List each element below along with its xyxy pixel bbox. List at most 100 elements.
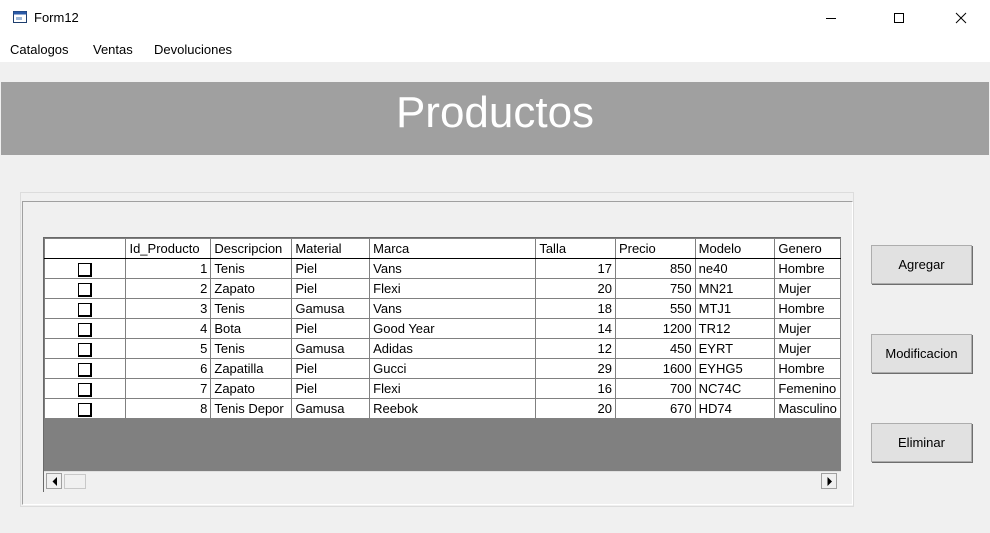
- table-row[interactable]: 4 Bota Piel Good Year 14 1200 TR12 Mujer: [43, 318, 841, 339]
- cell-id[interactable]: 2: [125, 278, 212, 299]
- scroll-right-button[interactable]: [821, 473, 837, 489]
- cell-modelo[interactable]: EYRT: [694, 338, 776, 359]
- header-id-producto[interactable]: Id_Producto: [125, 238, 212, 259]
- cell-descripcion[interactable]: Tenis: [210, 298, 293, 319]
- cell-modelo[interactable]: MN21: [694, 278, 776, 299]
- cell-material[interactable]: Gamusa: [291, 338, 371, 359]
- checkbox-icon[interactable]: [78, 402, 93, 417]
- cell-modelo[interactable]: EYHG5: [694, 358, 776, 379]
- cell-precio[interactable]: 670: [614, 398, 696, 419]
- row-select-cell[interactable]: [43, 318, 127, 339]
- cell-descripcion[interactable]: Tenis: [210, 338, 293, 359]
- table-row[interactable]: 5 Tenis Gamusa Adidas 12 450 EYRT Mujer: [43, 338, 841, 359]
- cell-talla[interactable]: 17: [535, 258, 616, 279]
- cell-descripcion[interactable]: Tenis: [210, 258, 293, 279]
- cell-marca[interactable]: Flexi: [369, 278, 537, 299]
- cell-genero[interactable]: Hombre: [774, 298, 841, 319]
- cell-modelo[interactable]: NC74C: [694, 378, 776, 399]
- cell-marca[interactable]: Good Year: [369, 318, 537, 339]
- cell-precio[interactable]: 750: [614, 278, 696, 299]
- cell-marca[interactable]: Gucci: [369, 358, 537, 379]
- header-descripcion[interactable]: Descripcion: [210, 238, 293, 259]
- cell-precio[interactable]: 700: [614, 378, 696, 399]
- table-row[interactable]: 7 Zapato Piel Flexi 16 700 NC74C Femenino: [43, 378, 841, 399]
- cell-marca[interactable]: Adidas: [369, 338, 537, 359]
- cell-id[interactable]: 7: [125, 378, 212, 399]
- horizontal-scrollbar[interactable]: [44, 471, 841, 492]
- header-material[interactable]: Material: [291, 238, 371, 259]
- row-select-cell[interactable]: [43, 298, 127, 319]
- cell-material[interactable]: Piel: [291, 258, 371, 279]
- header-precio[interactable]: Precio: [614, 238, 696, 259]
- cell-precio[interactable]: 550: [614, 298, 696, 319]
- cell-marca[interactable]: Reebok: [369, 398, 537, 419]
- checkbox-icon[interactable]: [78, 262, 93, 277]
- cell-material[interactable]: Piel: [291, 318, 371, 339]
- cell-genero[interactable]: Mujer: [774, 338, 841, 359]
- maximize-button[interactable]: [876, 0, 922, 36]
- header-marca[interactable]: Marca: [369, 238, 537, 259]
- menu-catalogos[interactable]: Catalogos: [10, 42, 69, 57]
- checkbox-icon[interactable]: [78, 362, 93, 377]
- cell-descripcion[interactable]: Bota: [210, 318, 293, 339]
- cell-material[interactable]: Piel: [291, 278, 371, 299]
- row-select-cell[interactable]: [43, 278, 127, 299]
- cell-talla[interactable]: 20: [535, 278, 616, 299]
- table-row[interactable]: 8 Tenis Depor Gamusa Reebok 20 670 HD74 Masculi…: [43, 398, 841, 419]
- cell-genero[interactable]: Femenino: [774, 378, 841, 399]
- cell-precio[interactable]: 850: [614, 258, 696, 279]
- cell-modelo[interactable]: ne40: [694, 258, 776, 279]
- header-genero[interactable]: Genero: [774, 238, 841, 259]
- minimize-button[interactable]: [808, 0, 854, 36]
- modificacion-button[interactable]: Modificacion: [871, 334, 972, 373]
- cell-modelo[interactable]: TR12: [694, 318, 776, 339]
- cell-id[interactable]: 4: [125, 318, 212, 339]
- cell-precio[interactable]: 450: [614, 338, 696, 359]
- cell-material[interactable]: Piel: [291, 358, 371, 379]
- row-select-cell[interactable]: [43, 378, 127, 399]
- cell-id[interactable]: 3: [125, 298, 212, 319]
- cell-descripcion[interactable]: Zapato: [210, 278, 293, 299]
- cell-genero[interactable]: Masculino: [774, 398, 841, 419]
- cell-marca[interactable]: Vans: [369, 258, 537, 279]
- close-button[interactable]: [938, 0, 984, 36]
- cell-talla[interactable]: 14: [535, 318, 616, 339]
- cell-id[interactable]: 5: [125, 338, 212, 359]
- menu-devoluciones[interactable]: Devoluciones: [154, 42, 232, 57]
- cell-descripcion[interactable]: Zapatilla: [210, 358, 293, 379]
- checkbox-icon[interactable]: [78, 322, 93, 337]
- cell-modelo[interactable]: HD74: [694, 398, 776, 419]
- cell-id[interactable]: 1: [125, 258, 212, 279]
- cell-talla[interactable]: 29: [535, 358, 616, 379]
- checkbox-icon[interactable]: [78, 382, 93, 397]
- menu-ventas[interactable]: Ventas: [93, 42, 133, 57]
- cell-genero[interactable]: Mujer: [774, 318, 841, 339]
- row-select-cell[interactable]: [43, 358, 127, 379]
- agregar-button[interactable]: Agregar: [871, 245, 972, 284]
- cell-precio[interactable]: 1200: [614, 318, 696, 339]
- table-row[interactable]: 3 Tenis Gamusa Vans 18 550 MTJ1 Hombre: [43, 298, 841, 319]
- table-row[interactable]: 2 Zapato Piel Flexi 20 750 MN21 Mujer: [43, 278, 841, 299]
- data-grid[interactable]: Id_Producto Descripcion Material Marca T…: [43, 237, 841, 492]
- header-select[interactable]: [43, 238, 127, 259]
- cell-genero[interactable]: Hombre: [774, 258, 841, 279]
- cell-descripcion[interactable]: Zapato: [210, 378, 293, 399]
- cell-precio[interactable]: 1600: [614, 358, 696, 379]
- eliminar-button[interactable]: Eliminar: [871, 423, 972, 462]
- cell-id[interactable]: 8: [125, 398, 212, 419]
- cell-descripcion[interactable]: Tenis Depor: [210, 398, 293, 419]
- cell-genero[interactable]: Mujer: [774, 278, 841, 299]
- row-select-cell[interactable]: [43, 398, 127, 419]
- header-talla[interactable]: Talla: [535, 238, 616, 259]
- scrollbar-thumb[interactable]: [64, 474, 86, 489]
- table-row[interactable]: 6 Zapatilla Piel Gucci 29 1600 EYHG5 Hombre: [43, 358, 841, 379]
- checkbox-icon[interactable]: [78, 302, 93, 317]
- row-select-cell[interactable]: [43, 338, 127, 359]
- cell-marca[interactable]: Flexi: [369, 378, 537, 399]
- cell-material[interactable]: Piel: [291, 378, 371, 399]
- cell-id[interactable]: 6: [125, 358, 212, 379]
- checkbox-icon[interactable]: [78, 282, 93, 297]
- cell-material[interactable]: Gamusa: [291, 298, 371, 319]
- cell-talla[interactable]: 20: [535, 398, 616, 419]
- cell-marca[interactable]: Vans: [369, 298, 537, 319]
